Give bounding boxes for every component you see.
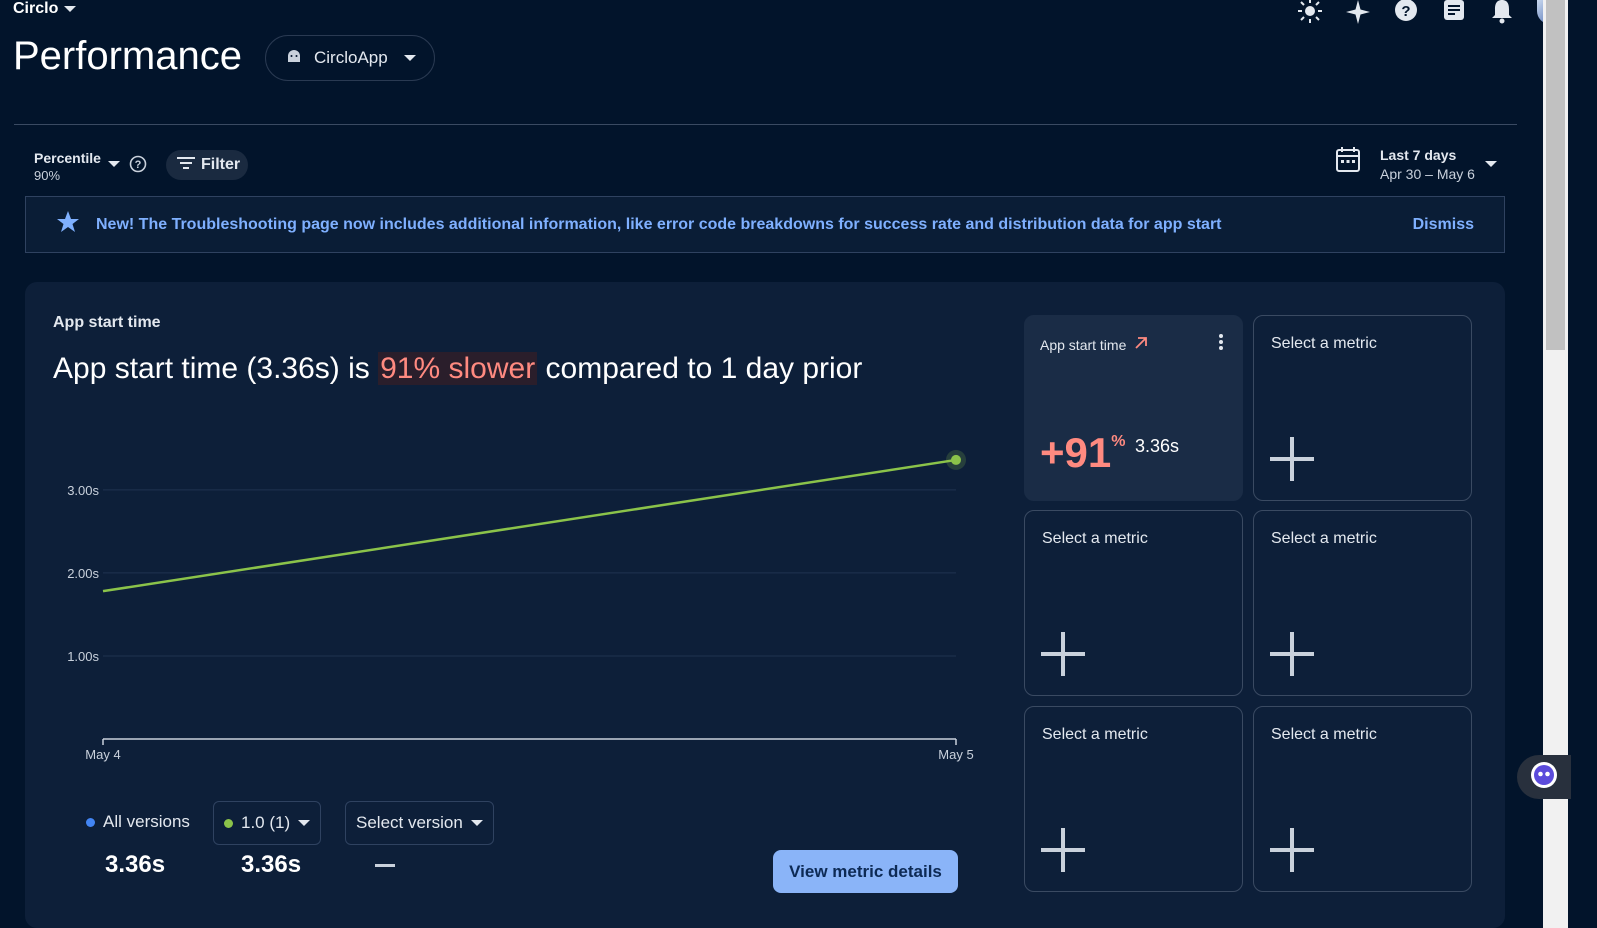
scrollbar-thumb[interactable] [1546,0,1565,350]
series-dot [224,818,233,828]
plus-icon [1041,828,1085,877]
plus-icon [1270,828,1314,877]
filter-icon [177,156,195,175]
app-name: CircloApp [314,48,388,67]
chevron-down-icon [403,55,416,61]
version-1-value: 3.36s [241,851,302,878]
svg-text:?: ? [1401,3,1410,20]
more-vert-icon[interactable] [1218,333,1224,356]
metric-tile-empty[interactable]: Select a metric [1024,706,1243,892]
help-circle-icon[interactable]: ? [129,155,147,178]
plus-icon [1270,437,1314,486]
chevron-down-icon [470,820,483,826]
svg-text:?: ? [135,159,142,171]
android-icon [286,48,302,69]
percentile-value: 90% [34,168,61,183]
y-tick-label: 1.00s [67,649,99,664]
view-metric-details-button[interactable]: View metric details [773,850,958,893]
x-tick-label: May 5 [938,747,973,762]
tile-change-unit: % [1111,433,1126,450]
theme-icon[interactable] [1297,0,1323,24]
headline-text: App start time (3.36s) is [53,352,379,385]
tile-value: 3.36s [1135,436,1180,456]
chevron-down-icon [298,820,311,826]
dismiss-button[interactable]: Dismiss [1413,216,1474,234]
series-line [102,458,957,593]
filter-label: Filter [201,156,241,173]
percentile-selector[interactable]: Percentile 90% [34,149,101,185]
assistant-icon [1530,761,1558,794]
metric-tile-empty[interactable]: Select a metric [1253,706,1472,892]
select-version-label: Select version [356,813,463,832]
feedback-icon[interactable] [1441,0,1467,24]
y-tick-label: 2.00s [67,566,99,581]
calendar-icon [1336,146,1360,177]
metric-tile-empty[interactable]: Select a metric [1253,510,1472,696]
version-all-value: 3.36s [105,851,166,878]
tile-placeholder: Select a metric [1042,726,1148,743]
x-tick-label: May 4 [85,747,120,762]
tile-placeholder: Select a metric [1271,335,1377,352]
version-1-label: 1.0 (1) [241,813,291,832]
series-dot [86,817,95,827]
project-name: Circlo [13,0,59,17]
sparkle-icon[interactable] [1345,0,1371,24]
data-point [951,454,961,465]
card-headline: App start time (3.36s) is 91% slower com… [53,352,862,386]
arrow-up-right-icon [1134,336,1148,353]
tile-change: +91% [1040,429,1125,477]
card-label: App start time [53,314,161,331]
app-selector[interactable]: CircloApp [265,35,435,81]
top-toolbar: ? [1297,0,1563,24]
headline-highlight: 91% slower [378,352,538,385]
select-version-value [375,864,395,867]
headline-text-end: compared to 1 day prior [537,352,863,385]
banner-message: New! The Troubleshooting page now includ… [96,215,1222,233]
tile-change-value: +91 [1040,429,1112,476]
chevron-down-icon[interactable] [108,161,120,167]
version-all-label: All versions [103,812,190,831]
page-title: Performance [13,34,242,78]
date-range-label: Last 7 days [1380,147,1457,163]
date-range-selector[interactable]: Last 7 days Apr 30 – May 6 [1336,146,1475,184]
project-selector[interactable]: Circlo [13,0,77,18]
assistant-button[interactable] [1517,755,1571,799]
tile-placeholder: Select a metric [1271,530,1377,547]
date-range-value: Apr 30 – May 6 [1380,166,1475,182]
percentile-label: Percentile [34,150,101,166]
filter-button[interactable]: Filter [166,150,248,180]
chevron-down-icon [64,6,77,12]
select-version-dropdown[interactable]: Select version [345,801,494,845]
metric-tile-empty[interactable]: Select a metric [1253,315,1472,501]
tile-placeholder: Select a metric [1271,726,1377,743]
metric-tile-empty[interactable]: Select a metric [1024,510,1243,696]
plus-icon [1270,632,1314,681]
announcement-banner: New! The Troubleshooting page now includ… [25,196,1505,253]
line-chart: 1.00s 2.00s 3.00s May 4 May 5 [67,449,974,762]
help-icon[interactable]: ? [1393,0,1419,24]
metric-tile-app-start[interactable]: App start time +91% 3.36s [1024,315,1243,501]
version-all: All versions [86,812,190,832]
tile-title: App start time [1040,336,1148,353]
y-tick-label: 3.00s [67,483,99,498]
tile-placeholder: Select a metric [1042,530,1148,547]
version-selector-1[interactable]: 1.0 (1) [213,801,322,845]
notifications-icon[interactable] [1489,0,1515,24]
tile-title-text: App start time [1040,336,1127,353]
divider [14,124,1517,125]
star-icon [56,210,80,239]
plus-icon [1041,632,1085,681]
chevron-down-icon[interactable] [1485,161,1497,167]
